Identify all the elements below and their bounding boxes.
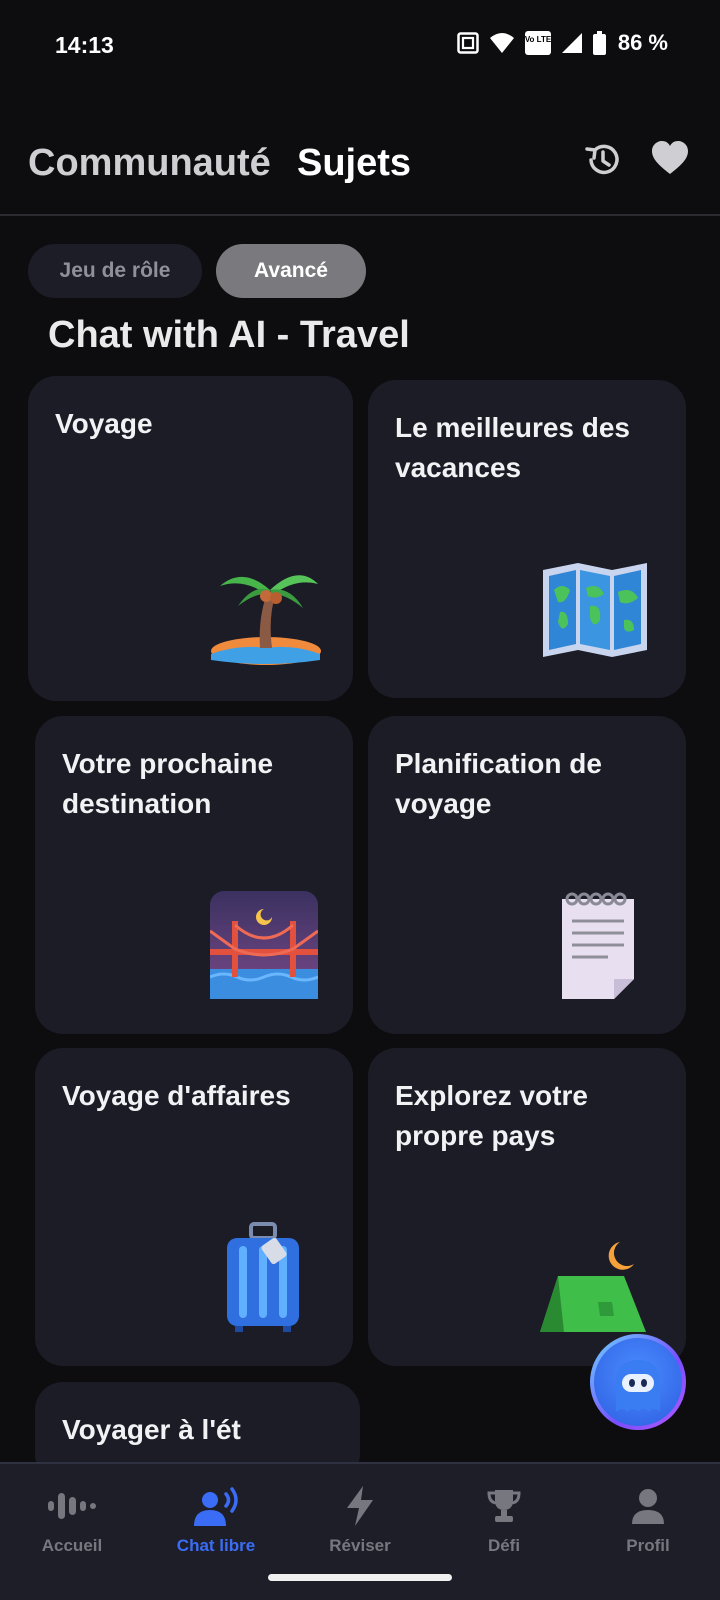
tab-community[interactable]: Communauté bbox=[28, 142, 271, 185]
assistant-avatar-icon bbox=[594, 1338, 682, 1426]
history-button[interactable] bbox=[583, 140, 623, 180]
luggage-icon bbox=[227, 1222, 299, 1332]
bridge-night-icon bbox=[210, 891, 318, 999]
signal-icon bbox=[561, 33, 582, 53]
nfc-icon bbox=[457, 32, 479, 54]
favorites-button[interactable] bbox=[651, 140, 691, 180]
nav-review[interactable]: Réviser bbox=[288, 1484, 432, 1556]
history-icon bbox=[585, 144, 619, 175]
waveform-icon bbox=[48, 1493, 96, 1519]
tent-icon bbox=[540, 1242, 646, 1332]
chip-advanced[interactable]: Avancé bbox=[216, 244, 366, 298]
top-header: Communauté Sujets bbox=[0, 92, 720, 216]
topic-card-best-holidays[interactable]: Le meilleures des vacances bbox=[368, 380, 686, 698]
svg-text:Vo LTE: Vo LTE bbox=[525, 35, 551, 44]
tab-topics[interactable]: Sujets bbox=[297, 142, 411, 185]
nav-profile-label: Profil bbox=[626, 1536, 670, 1555]
nav-challenge-label: Défi bbox=[487, 1536, 521, 1555]
topic-card-trip-planning[interactable]: Planification de voyage bbox=[368, 716, 686, 1034]
heart-icon bbox=[652, 141, 688, 174]
home-indicator[interactable] bbox=[268, 1574, 452, 1581]
topic-card-explore-country[interactable]: Explorez votre propre pays bbox=[368, 1048, 686, 1366]
palm-island-icon bbox=[211, 575, 321, 665]
nav-home-label: Accueil bbox=[41, 1536, 103, 1555]
trophy-icon bbox=[487, 1490, 521, 1522]
nav-review-label: Réviser bbox=[329, 1536, 391, 1555]
card-title: Voyage bbox=[55, 408, 153, 439]
volte-icon: Vo LTE bbox=[524, 31, 551, 55]
filter-chips: Jeu de rôle Avancé bbox=[28, 244, 366, 298]
card-title: Le meilleures des vacances bbox=[395, 412, 631, 483]
nav-home[interactable]: Accueil bbox=[0, 1484, 144, 1556]
card-title: Voyage d'affaires bbox=[62, 1080, 291, 1111]
battery-icon bbox=[592, 31, 606, 55]
world-map-icon bbox=[543, 563, 647, 657]
chip-roleplay[interactable]: Jeu de rôle bbox=[28, 244, 202, 298]
card-title: Explorez votre propre pays bbox=[395, 1080, 588, 1151]
status-time: 14:13 bbox=[55, 32, 114, 58]
nav-profile[interactable]: Profil bbox=[576, 1484, 720, 1556]
card-title: Planification de voyage bbox=[395, 748, 602, 819]
topic-card-voyage[interactable]: Voyage bbox=[28, 376, 353, 701]
ai-assistant-button[interactable] bbox=[590, 1334, 686, 1430]
nav-challenge[interactable]: Défi bbox=[432, 1484, 576, 1556]
voice-chat-icon bbox=[194, 1487, 238, 1526]
topic-card-business-trip[interactable]: Voyage d'affaires bbox=[35, 1048, 353, 1366]
topic-card-next-destination[interactable]: Votre prochaine destination bbox=[35, 716, 353, 1034]
status-bar: 14:13 Vo LTE 86 % bbox=[0, 0, 720, 92]
notepad-icon bbox=[562, 892, 634, 999]
status-icons: Vo LTE 86 % bbox=[457, 30, 668, 56]
lightning-icon bbox=[347, 1486, 373, 1526]
nav-free-chat-label: Chat libre bbox=[176, 1536, 256, 1555]
card-title: Votre prochaine destination bbox=[62, 748, 274, 819]
profile-icon bbox=[632, 1489, 664, 1524]
wifi-icon bbox=[489, 33, 514, 53]
card-title: Voyager à l'ét bbox=[62, 1414, 241, 1445]
nav-free-chat[interactable]: Chat libre bbox=[144, 1484, 288, 1556]
battery-percent: 86 % bbox=[617, 30, 668, 55]
section-title: Chat with AI - Travel bbox=[48, 314, 410, 356]
